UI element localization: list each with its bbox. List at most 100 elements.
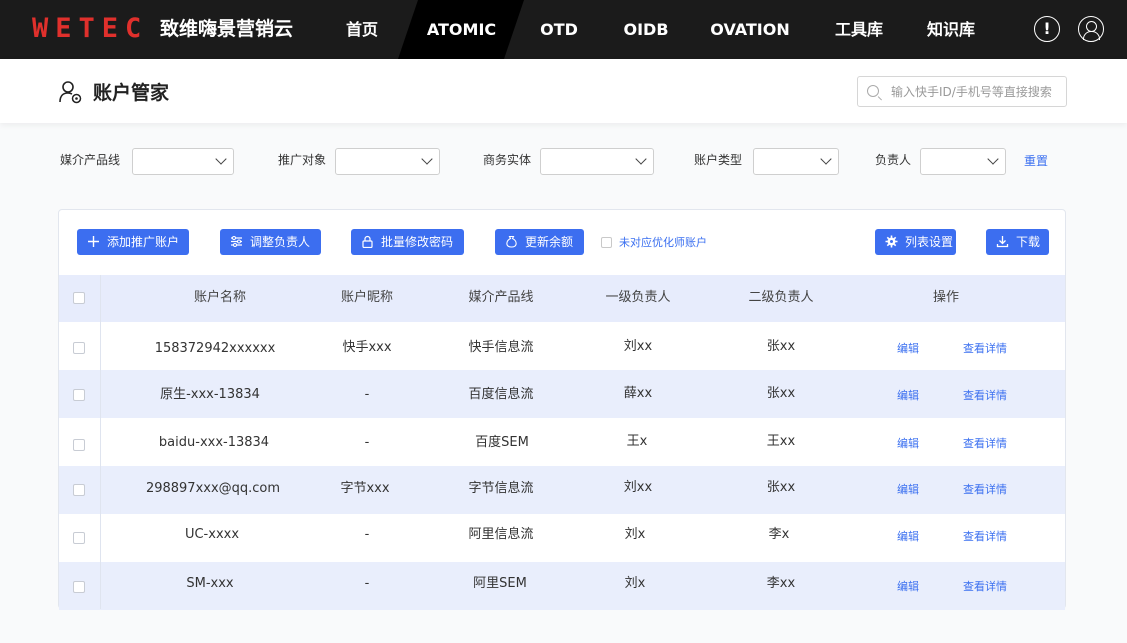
update-balance-button[interactable]: 更新余额 bbox=[495, 229, 584, 255]
cell-account-name: SM-xxx bbox=[186, 576, 234, 591]
filter-select-target[interactable] bbox=[335, 148, 440, 175]
row-checkbox[interactable] bbox=[73, 484, 85, 496]
cell-account-nick: - bbox=[364, 435, 370, 450]
cell-account-nick: 快手xxx bbox=[342, 340, 392, 355]
gear-icon bbox=[885, 235, 898, 248]
row-checkbox[interactable] bbox=[73, 342, 85, 354]
plus-icon bbox=[88, 236, 99, 247]
download-icon bbox=[996, 236, 1009, 248]
edit-link[interactable]: 编辑 bbox=[897, 389, 919, 403]
header-lead1: 一级负责人 bbox=[605, 290, 671, 305]
brand-logo[interactable]: WETEC bbox=[32, 13, 148, 45]
filter-select-type[interactable] bbox=[753, 148, 839, 175]
account-manager-icon bbox=[59, 81, 82, 104]
view-detail-link[interactable]: 查看详情 bbox=[963, 342, 1007, 356]
cell-lead2: 李xx bbox=[766, 576, 796, 591]
cell-account-name: UC-xxxx bbox=[184, 527, 240, 542]
view-detail-link[interactable]: 查看详情 bbox=[963, 530, 1007, 544]
chevron-down-icon bbox=[820, 153, 832, 165]
cell-lead1: 刘xx bbox=[623, 480, 653, 495]
cell-lead1: 王x bbox=[626, 434, 648, 449]
page-title: 账户管家 bbox=[93, 82, 170, 104]
view-detail-link[interactable]: 查看详情 bbox=[963, 580, 1007, 594]
user-avatar-icon[interactable] bbox=[1078, 16, 1104, 42]
cell-account-name: 原生-xxx-13834 bbox=[160, 387, 260, 402]
sliders-icon bbox=[231, 236, 242, 247]
adjust-owner-button[interactable]: 调整负责人 bbox=[220, 229, 321, 255]
header-media-line: 媒介产品线 bbox=[468, 290, 534, 305]
list-settings-label: 列表设置 bbox=[905, 235, 954, 249]
page-header: 账户管家 bbox=[0, 59, 1127, 123]
chevron-down-icon bbox=[421, 153, 433, 165]
cell-lead2: 李x bbox=[768, 527, 790, 542]
cell-lead2: 张xx bbox=[766, 339, 796, 354]
top-nav-bar: WETEC 致维嗨景营销云 首页 ATOMIC OTD OIDB OVATION… bbox=[0, 0, 1127, 59]
cell-account-name: 158372942xxxxxx bbox=[154, 341, 276, 356]
unmatched-optimizer-label[interactable]: 未对应优化师账户 bbox=[619, 235, 707, 250]
unmatched-optimizer-checkbox[interactable] bbox=[601, 237, 612, 248]
batch-password-button[interactable]: 批量修改密码 bbox=[351, 229, 464, 255]
cell-media-line: 阿里信息流 bbox=[468, 527, 534, 542]
search-box[interactable] bbox=[857, 76, 1067, 107]
list-settings-button[interactable]: 列表设置 bbox=[875, 229, 956, 255]
filter-label-target: 推广对象 bbox=[278, 153, 327, 167]
cell-media-line: 阿里SEM bbox=[473, 576, 527, 591]
search-input[interactable] bbox=[891, 83, 1063, 101]
filter-label-media: 媒介产品线 bbox=[60, 153, 121, 167]
cell-media-line: 百度信息流 bbox=[468, 387, 534, 402]
cell-lead1: 刘xx bbox=[623, 339, 653, 354]
update-balance-label: 更新余额 bbox=[525, 235, 574, 249]
edit-link[interactable]: 编辑 bbox=[897, 580, 919, 594]
edit-link[interactable]: 编辑 bbox=[897, 483, 919, 497]
column-divider bbox=[100, 275, 101, 609]
view-detail-link[interactable]: 查看详情 bbox=[963, 389, 1007, 403]
search-icon bbox=[867, 85, 879, 97]
edit-link[interactable]: 编辑 bbox=[897, 530, 919, 544]
add-account-button[interactable]: 添加推广账户 bbox=[77, 229, 189, 255]
filter-select-entity[interactable] bbox=[540, 148, 654, 175]
filter-select-media[interactable] bbox=[132, 148, 234, 175]
cell-account-nick: - bbox=[364, 576, 370, 591]
cell-account-nick: - bbox=[364, 387, 370, 402]
filter-select-owner[interactable] bbox=[920, 148, 1006, 175]
header-actions: 操作 bbox=[932, 290, 960, 305]
filter-label-owner: 负责人 bbox=[875, 153, 912, 167]
header-lead2: 二级负责人 bbox=[748, 290, 814, 305]
view-detail-link[interactable]: 查看详情 bbox=[963, 483, 1007, 497]
filter-label-type: 账户类型 bbox=[694, 153, 743, 167]
chevron-down-icon bbox=[215, 153, 227, 165]
cell-lead2: 王xx bbox=[766, 434, 796, 449]
cell-account-nick: - bbox=[364, 527, 370, 542]
view-detail-link[interactable]: 查看详情 bbox=[963, 437, 1007, 451]
cell-account-nick: 字节xxx bbox=[340, 481, 390, 496]
cell-lead1: 刘x bbox=[624, 527, 646, 542]
row-checkbox[interactable] bbox=[73, 532, 85, 544]
edit-link[interactable]: 编辑 bbox=[897, 437, 919, 451]
nav-atomic[interactable]: ATOMIC bbox=[419, 0, 504, 59]
cell-account-name: baidu-xxx-13834 bbox=[158, 435, 270, 450]
adjust-owner-label: 调整负责人 bbox=[250, 235, 311, 249]
cell-account-name: 298897xxx@qq.com bbox=[145, 481, 281, 496]
nav-knowledge[interactable]: 知识库 bbox=[918, 0, 984, 59]
nav-ovation[interactable]: OVATION bbox=[705, 0, 795, 59]
row-checkbox[interactable] bbox=[73, 389, 85, 401]
edit-link[interactable]: 编辑 bbox=[897, 342, 919, 356]
nav-tools[interactable]: 工具库 bbox=[826, 0, 892, 59]
reset-link[interactable]: 重置 bbox=[1024, 153, 1048, 169]
row-checkbox[interactable] bbox=[73, 439, 85, 451]
download-button[interactable]: 下载 bbox=[986, 229, 1049, 255]
nav-oidb[interactable]: OIDB bbox=[616, 0, 676, 59]
chevron-down-icon bbox=[635, 153, 647, 165]
download-label: 下载 bbox=[1016, 235, 1041, 249]
nav-otd[interactable]: OTD bbox=[530, 0, 588, 59]
cell-lead2: 张xx bbox=[766, 480, 796, 495]
money-bag-icon bbox=[506, 235, 517, 248]
filter-label-entity: 商务实体 bbox=[483, 153, 532, 167]
alert-icon[interactable]: ! bbox=[1034, 16, 1060, 42]
batch-password-label: 批量修改密码 bbox=[381, 235, 454, 249]
row-checkbox[interactable] bbox=[73, 581, 85, 593]
cell-media-line: 百度SEM bbox=[475, 435, 529, 450]
nav-home[interactable]: 首页 bbox=[334, 0, 390, 59]
select-all-checkbox[interactable] bbox=[73, 292, 85, 304]
cell-lead2: 张xx bbox=[766, 386, 796, 401]
